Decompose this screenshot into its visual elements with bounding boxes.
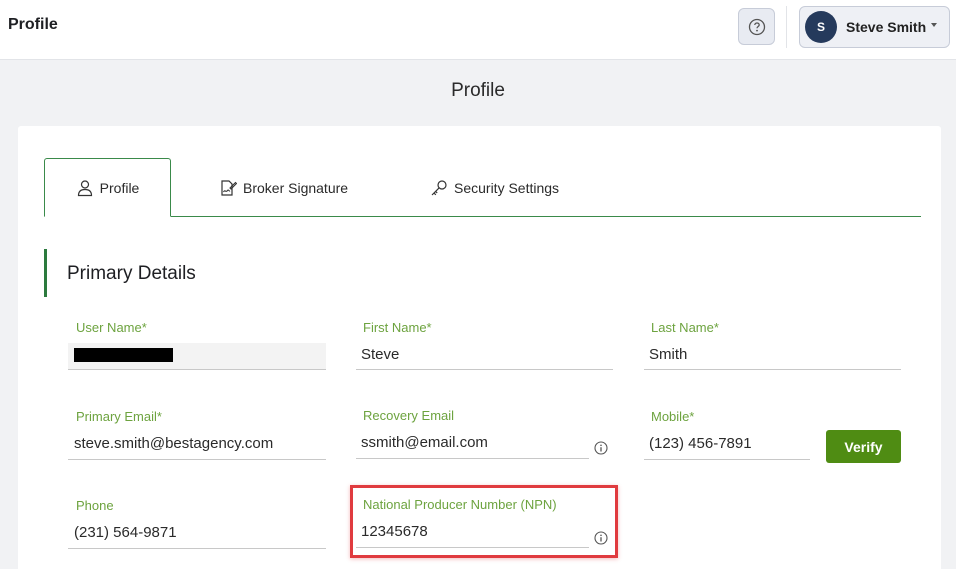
last-name-field[interactable]: Smith bbox=[649, 346, 687, 363]
first-name-field[interactable]: Steve bbox=[361, 346, 399, 363]
top-header: Profile S Steve Smith bbox=[0, 0, 956, 60]
tab-label: Security Settings bbox=[454, 179, 560, 196]
user-name: Steve Smith bbox=[846, 19, 927, 35]
mobile-label: Mobile* bbox=[651, 409, 695, 424]
phone-underline bbox=[68, 548, 326, 549]
primary-email-label: Primary Email* bbox=[76, 409, 162, 424]
user-menu-button[interactable]: S Steve Smith bbox=[799, 6, 950, 48]
last-name-underline bbox=[644, 369, 901, 370]
info-icon[interactable] bbox=[594, 441, 608, 455]
primary-email-underline bbox=[68, 459, 326, 460]
signature-icon bbox=[221, 179, 237, 196]
question-circle-icon bbox=[748, 18, 765, 35]
tab-label: Profile bbox=[99, 179, 140, 196]
first-name-underline bbox=[356, 369, 613, 370]
mobile-underline bbox=[644, 459, 810, 460]
username-redaction bbox=[74, 348, 173, 362]
tab-broker-signature[interactable]: Broker Signature bbox=[219, 158, 348, 217]
help-button[interactable] bbox=[738, 8, 775, 45]
verify-button[interactable]: Verify bbox=[826, 430, 901, 463]
phone-field[interactable]: (231) 564-9871 bbox=[74, 524, 177, 541]
npn-highlight-box bbox=[350, 485, 618, 558]
recovery-email-underline bbox=[356, 458, 589, 459]
page-title: Profile bbox=[451, 80, 505, 101]
section-accent-bar bbox=[44, 249, 47, 297]
first-name-label: First Name* bbox=[363, 320, 432, 335]
key-icon bbox=[431, 179, 447, 195]
last-name-label: Last Name* bbox=[651, 320, 719, 335]
phone-label: Phone bbox=[76, 498, 114, 513]
mobile-field[interactable]: (123) 456-7891 bbox=[649, 435, 752, 452]
app-title: Profile bbox=[8, 16, 58, 33]
primary-email-field[interactable]: steve.smith@bestagency.com bbox=[74, 435, 273, 452]
section-title: Primary Details bbox=[67, 263, 196, 284]
tab-security-settings[interactable]: Security Settings bbox=[430, 158, 559, 217]
avatar: S bbox=[805, 11, 837, 43]
chevron-down-icon bbox=[931, 23, 937, 27]
tab-profile[interactable]: Profile bbox=[44, 158, 171, 217]
recovery-email-label: Recovery Email bbox=[363, 408, 455, 423]
recovery-email-field[interactable]: ssmith@email.com bbox=[361, 434, 488, 451]
username-label: User Name* bbox=[76, 320, 147, 335]
user-icon bbox=[77, 179, 92, 196]
username-underline bbox=[68, 369, 326, 370]
tab-label: Broker Signature bbox=[243, 179, 349, 196]
header-divider bbox=[786, 6, 787, 48]
